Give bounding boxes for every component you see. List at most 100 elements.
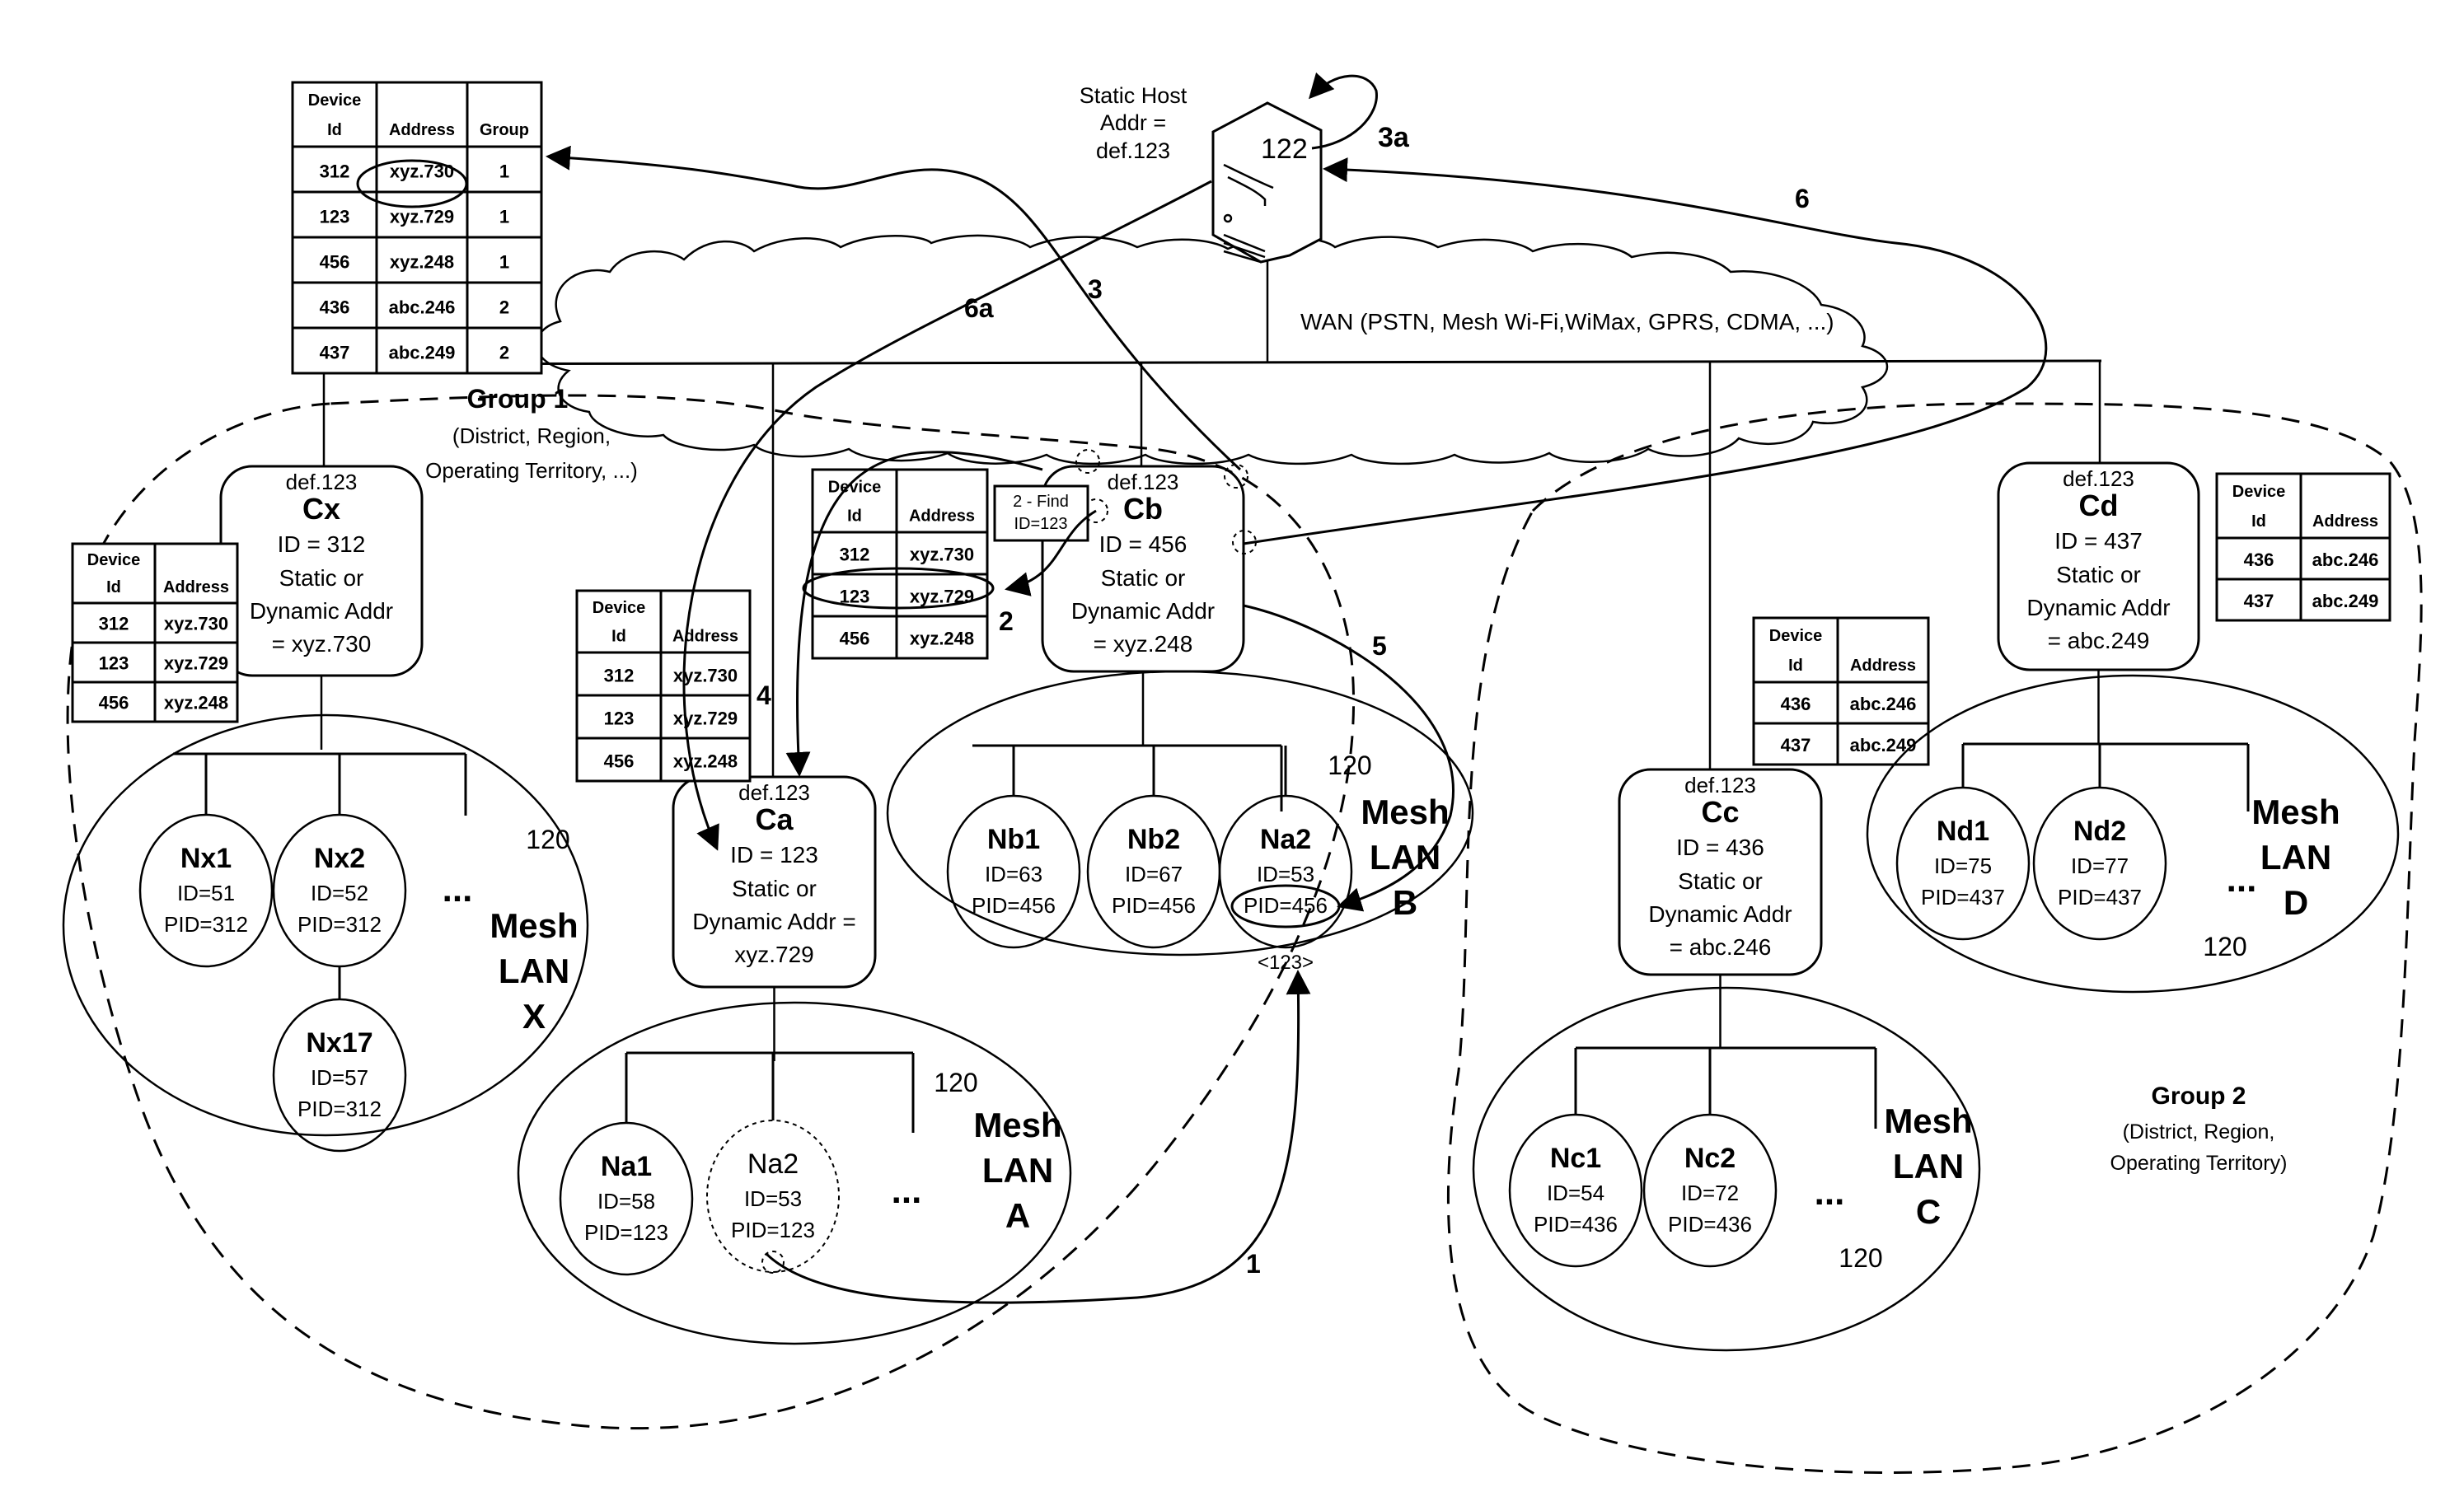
node-pid: PID=436 bbox=[1668, 1212, 1752, 1237]
node-id: ID=52 bbox=[311, 881, 368, 905]
table-cell: abc.246 bbox=[389, 297, 456, 317]
node-pid: PID=456 bbox=[1112, 893, 1196, 918]
table-cell: xyz.729 bbox=[164, 653, 228, 674]
controller-name: Cx bbox=[302, 492, 340, 526]
table-header: Device bbox=[1769, 627, 1823, 645]
controller-addr-line: Dynamic Addr = bbox=[692, 909, 855, 934]
node-name: Nb1 bbox=[987, 824, 1040, 855]
mesh-lan-name: LAN bbox=[982, 1151, 1053, 1190]
mesh-lan-name: Mesh bbox=[973, 1106, 1061, 1144]
wan-cloud: WAN (PSTN, Mesh Wi-Fi,WiMax, GPRS, CDMA,… bbox=[536, 234, 1889, 465]
node-name: Na2 bbox=[747, 1148, 799, 1180]
mesh-lan-name: Mesh bbox=[1884, 1101, 1972, 1140]
node-id: ID=54 bbox=[1547, 1181, 1604, 1205]
controller-host-addr: def.123 bbox=[738, 780, 810, 805]
mesh-node-nx1[interactable]: Nx1 ID=51 PID=312 bbox=[138, 754, 274, 968]
controller-name: Cc bbox=[1701, 795, 1739, 829]
controller-id: ID = 123 bbox=[730, 842, 818, 868]
table-cell: xyz.729 bbox=[390, 206, 454, 227]
mesh-lan-b: 120 Mesh LAN B Nb1 ID=63 PID=456 Nb2 ID=67 PID=45… bbox=[886, 670, 1474, 974]
table-cell: 123 bbox=[320, 206, 350, 227]
table-header: Device bbox=[87, 551, 141, 569]
group-2-label: Group 2 (District, Region, Operating Ter… bbox=[2110, 1083, 2288, 1175]
table-cell: abc.246 bbox=[1850, 694, 1917, 714]
group-2-subtitle-2: Operating Territory) bbox=[2110, 1152, 2288, 1175]
mesh-lan-name: Mesh bbox=[1361, 793, 1449, 831]
table-cell: xyz.729 bbox=[673, 708, 738, 728]
step-3-label: 3 bbox=[1088, 274, 1103, 304]
table-cell: xyz.729 bbox=[910, 587, 974, 607]
mesh-node-nx17[interactable]: Nx17 ID=57 PID=312 bbox=[272, 966, 407, 1153]
controller-id: ID = 312 bbox=[278, 531, 366, 557]
server-label-line-3: def.123 bbox=[1096, 138, 1170, 163]
more-nodes-ellipsis: ... bbox=[443, 869, 473, 910]
controller-addr-line: Static or bbox=[1101, 565, 1186, 591]
mesh-node-nb1[interactable]: Nb1 ID=63 PID=456 bbox=[946, 746, 1081, 949]
node-name: Nx17 bbox=[306, 1027, 372, 1059]
controller-addr-line: Static or bbox=[732, 876, 817, 901]
table-header: Address bbox=[2312, 512, 2378, 531]
network-diagram: WAN (PSTN, Mesh Wi-Fi,WiMax, GPRS, CDMA,… bbox=[62, 72, 2423, 1474]
mesh-node-nb2[interactable]: Nb2 ID=67 PID=456 bbox=[1086, 746, 1221, 949]
node-id: ID=75 bbox=[1934, 854, 1992, 878]
mesh-node-na1[interactable]: Na1 ID=58 PID=123 bbox=[559, 1053, 694, 1276]
table-cell: 1 bbox=[499, 206, 509, 227]
node-id: ID=77 bbox=[2071, 854, 2129, 878]
mesh-lan-name: Mesh bbox=[2251, 793, 2340, 831]
find-line-2: ID=123 bbox=[1014, 515, 1067, 533]
table-cell: abc.249 bbox=[2312, 591, 2379, 611]
mesh-lan-ref: 120 bbox=[2203, 932, 2246, 961]
mesh-lan-name: LAN bbox=[1893, 1147, 1964, 1186]
mesh-lan-name: D bbox=[2284, 883, 2308, 922]
mesh-node-nc1[interactable]: Nc1 ID=54 PID=436 bbox=[1508, 1048, 1643, 1268]
table-cell: xyz.730 bbox=[164, 614, 228, 634]
controller-cx[interactable]: def.123Cx ID = 312 Static or Dynamic Addr = … bbox=[219, 465, 424, 750]
mesh-lan-name: LAN bbox=[2260, 838, 2331, 877]
step-1-label: 1 bbox=[1246, 1249, 1261, 1279]
node-name: Na1 bbox=[601, 1151, 652, 1182]
signal-indicator bbox=[761, 1251, 785, 1274]
controller-addr-line: = xyz.248 bbox=[1094, 631, 1193, 657]
controller-cd[interactable]: def.123Cd ID = 437 Static or Dynamic Addr = … bbox=[1997, 461, 2200, 744]
static-host-server[interactable]: 122 Static Host Addr = def.123 3a bbox=[1080, 72, 1410, 264]
table-header: Group bbox=[480, 121, 529, 139]
table-cell: 1 bbox=[499, 251, 509, 272]
master-device-table: DeviceId Address Group312 xyz.730 1123 xyz.72… bbox=[291, 81, 543, 375]
controller-ca[interactable]: def.123Ca ID = 123 Static or Dynamic Addr =… bbox=[672, 775, 877, 1061]
table-row: 456 xyz.248 bbox=[99, 693, 229, 713]
controller-host-addr: def.123 bbox=[1684, 773, 1756, 797]
controller-id: ID = 436 bbox=[1676, 835, 1764, 860]
table-cell: 437 bbox=[1781, 735, 1811, 755]
controller-cc[interactable]: def.123Cc ID = 436 Static or Dynamic Addr = … bbox=[1618, 768, 1823, 1049]
table-header: Device bbox=[593, 599, 646, 617]
mesh-node-nx2[interactable]: Nx2 ID=52 PID=312 bbox=[272, 754, 407, 968]
node-name: Nd2 bbox=[2073, 816, 2126, 847]
mesh-lan-x: 120 Mesh LAN X... Nx1 ID=51 PID=312 Nx2 ID=52 PID… bbox=[62, 713, 589, 1153]
mesh-lan-ref: 120 bbox=[1328, 751, 1371, 780]
table-cell: 312 bbox=[840, 545, 870, 565]
table-header: Address bbox=[1850, 657, 1916, 675]
group-1-subtitle-2: Operating Territory, ...) bbox=[425, 458, 638, 483]
mesh-node-nd1[interactable]: Nd1 ID=75 PID=437 bbox=[1895, 744, 2031, 941]
controller-host-addr: def.123 bbox=[2063, 466, 2134, 491]
controller-addr-line: Static or bbox=[1678, 868, 1763, 894]
table-cell: xyz.248 bbox=[910, 629, 974, 649]
table-cell: 437 bbox=[2244, 591, 2274, 611]
table-header: Id bbox=[1788, 657, 1803, 675]
wan-label: WAN (PSTN, Mesh Wi-Fi,WiMax, GPRS, CDMA,… bbox=[1300, 309, 1834, 334]
table-header: Id bbox=[2251, 512, 2266, 531]
table-cell: xyz.248 bbox=[164, 693, 228, 713]
server-label-line-2: Addr = bbox=[1100, 110, 1166, 135]
mesh-lan-ref: 120 bbox=[1839, 1243, 1882, 1273]
mesh-node-nc2[interactable]: Nc2 ID=72 PID=436 bbox=[1642, 1048, 1778, 1268]
table-cell: abc.249 bbox=[389, 342, 456, 362]
controller-name: Cb bbox=[1123, 492, 1163, 526]
server-label-line-1: Static Host bbox=[1080, 83, 1187, 108]
mesh-lan-a: 120 Mesh LAN A... Na1 ID=58 PID=123 Na2 ID=53 PID… bbox=[517, 1001, 1072, 1345]
mesh-node-nd2[interactable]: Nd2 ID=77 PID=437 bbox=[2032, 744, 2167, 941]
controller-name: Ca bbox=[755, 802, 794, 836]
mesh-lan-name: LAN bbox=[499, 952, 569, 990]
mesh-node-na2[interactable]: Na2 ID=53 PID=123 bbox=[706, 1053, 840, 1274]
mesh-lan-name: A bbox=[1005, 1196, 1030, 1235]
node-id: ID=53 bbox=[1257, 862, 1314, 886]
